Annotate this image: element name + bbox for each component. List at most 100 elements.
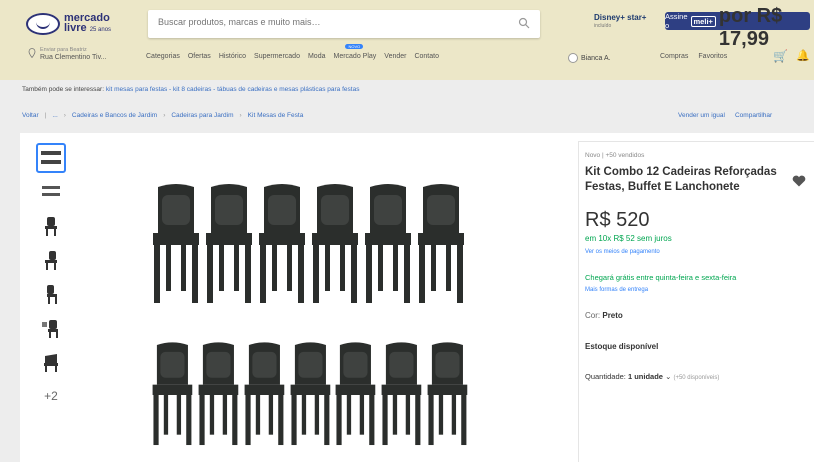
thumbnail[interactable] xyxy=(36,245,66,275)
breadcrumb: Voltar | ... › Cadeiras e Bancos de Jard… xyxy=(22,112,304,119)
stacked-chairs-icon xyxy=(44,354,58,372)
color-selector[interactable]: Cor: Preto xyxy=(585,311,810,320)
chair-thumb-icon xyxy=(45,251,57,270)
thumbnail[interactable] xyxy=(36,211,66,241)
address-line1: Enviar para Beatriz xyxy=(40,47,87,53)
promo-text: Assine o xyxy=(665,12,688,30)
thumbnail[interactable] xyxy=(36,313,66,343)
chairs-thumb-icon xyxy=(42,186,60,196)
chair-image xyxy=(244,342,284,446)
thumbnail[interactable] xyxy=(36,347,66,377)
color-label: Cor: xyxy=(585,311,601,320)
nav-favoritos[interactable]: Favoritos xyxy=(698,53,727,60)
shipping-info: Chegará grátis entre quinta-feira e sext… xyxy=(585,273,737,282)
thumbnail[interactable] xyxy=(36,143,66,173)
chair-image xyxy=(152,342,193,446)
nav-mercado-play[interactable]: Mercado Play xyxy=(333,44,376,60)
nav-contato[interactable]: Contato xyxy=(414,53,439,60)
mercado-livre-logo[interactable]: mercado livre 25 anos xyxy=(26,10,126,38)
chair-image xyxy=(418,184,464,303)
breadcrumb-item[interactable]: Kit Mesas de Festa xyxy=(248,112,304,119)
chairs-thumb-icon xyxy=(41,151,61,164)
main-product-image[interactable] xyxy=(150,173,470,458)
nav-vender[interactable]: Vender xyxy=(384,53,406,60)
quantity-selector[interactable]: Quantidade: 1 unidade ⌄ (+50 disponíveis… xyxy=(585,372,810,381)
shipping-options-link[interactable]: Mais formas de entrega xyxy=(585,287,810,293)
nav-ofertas[interactable]: Ofertas xyxy=(188,53,211,60)
more-thumbnails[interactable]: +2 xyxy=(36,381,66,411)
nav-categorias[interactable]: Categorias xyxy=(146,53,180,60)
meli-plus-badge: meli+ xyxy=(690,15,716,27)
chair-row xyxy=(150,183,470,307)
right-nav: Compras Favoritos xyxy=(660,53,727,60)
chair-image xyxy=(427,342,468,446)
search-box[interactable] xyxy=(148,10,540,38)
delivery-address[interactable]: Enviar para Beatriz Rua Clementino Tiv..… xyxy=(28,46,138,62)
related-links[interactable]: kit mesas para festas - kit 8 cadeiras -… xyxy=(106,86,360,93)
nav-supermercado[interactable]: Supermercado xyxy=(254,53,300,60)
chair-image xyxy=(290,342,330,446)
promo-price: por R$ 17,99 xyxy=(718,5,783,50)
breadcrumb-back[interactable]: Voltar xyxy=(22,112,39,119)
chair-thumb-icon xyxy=(47,285,57,304)
chair-image xyxy=(206,184,252,303)
breadcrumb-actions: Vender um igual Compartilhar xyxy=(678,112,772,119)
chair-thumb-icon xyxy=(42,320,58,338)
disney-promo[interactable]: Disney+ star+ incluído xyxy=(594,14,646,30)
sell-similar-link[interactable]: Vender um igual xyxy=(678,112,725,119)
share-link[interactable]: Compartilhar xyxy=(735,112,772,119)
user-menu[interactable]: Bianca A. xyxy=(568,53,611,63)
quantity-available: (+50 disponíveis) xyxy=(673,375,720,381)
stock-status: Estoque disponível xyxy=(585,342,659,351)
nav-moda[interactable]: Moda xyxy=(308,53,326,60)
quantity-value: 1 unidade xyxy=(627,372,663,381)
related-searches: Também pode se interessar: kit mesas par… xyxy=(22,86,359,93)
search-input[interactable] xyxy=(158,17,498,27)
payment-methods-link[interactable]: Ver os meios de pagamento xyxy=(585,249,810,255)
product-title: Kit Combo 12 Cadeiras Reforçadas Festas,… xyxy=(585,166,777,193)
cart-icon[interactable]: 🛒 xyxy=(773,49,788,63)
product-price: R$ 520 xyxy=(585,209,650,231)
chair-image xyxy=(153,184,199,303)
chair-thumb-icon xyxy=(45,217,57,236)
location-pin-icon xyxy=(28,48,36,58)
thumbnail-list: +2 xyxy=(36,143,66,415)
nav-compras[interactable]: Compras xyxy=(660,53,688,60)
chair-image xyxy=(259,184,305,303)
breadcrumb-item[interactable]: Cadeiras e Bancos de Jardim xyxy=(72,112,157,119)
handshake-icon xyxy=(26,13,60,35)
color-value: Preto xyxy=(602,311,623,320)
disney-sub: incluído xyxy=(594,23,612,29)
header: mercado livre 25 anos Disney+ star+ incl… xyxy=(0,0,814,80)
user-name: Bianca A. xyxy=(581,54,611,62)
chevron-down-icon: ⌄ xyxy=(665,372,672,381)
chair-image xyxy=(312,184,358,303)
breadcrumb-ellipsis[interactable]: ... xyxy=(52,112,57,119)
purchase-panel: Novo | +50 vendidos Kit Combo 12 Cadeira… xyxy=(578,141,814,462)
thumbnail[interactable] xyxy=(36,279,66,309)
chair-image xyxy=(198,342,239,446)
thumbnail[interactable] xyxy=(36,177,66,207)
quantity-label: Quantidade: xyxy=(585,372,626,381)
chair-image xyxy=(381,342,422,446)
logo-sub: 25 anos xyxy=(89,27,112,33)
nav-historico[interactable]: Histórico xyxy=(219,53,246,60)
meli-plus-button[interactable]: Assine o meli+ por R$ 17,99 xyxy=(665,5,810,50)
notifications-icon[interactable]: 🔔 xyxy=(796,49,810,62)
search-icon[interactable] xyxy=(518,17,530,29)
disney-label: Disney+ star+ xyxy=(594,13,647,22)
avatar xyxy=(568,53,578,63)
address-line2: Rua Clementino Tiv... xyxy=(40,54,107,61)
favorite-heart-icon[interactable] xyxy=(792,175,806,187)
chair-row xyxy=(150,333,470,457)
chair-image xyxy=(365,184,411,303)
chair-image xyxy=(336,342,376,446)
installments: em 10x R$ 52 sem juros xyxy=(585,234,672,243)
breadcrumb-item[interactable]: Cadeiras para Jardim xyxy=(171,112,233,119)
condition-sold: Novo | +50 vendidos xyxy=(585,152,645,159)
related-label: Também pode se interessar: xyxy=(22,86,105,93)
main-nav: Categorias Ofertas Histórico Supermercad… xyxy=(146,44,439,60)
logo-line2: livre xyxy=(64,22,87,34)
product-card: +2 Novo | +50 vendidos Kit Combo 12 Cade… xyxy=(20,133,814,462)
breadcrumb-sep: | xyxy=(44,112,47,119)
